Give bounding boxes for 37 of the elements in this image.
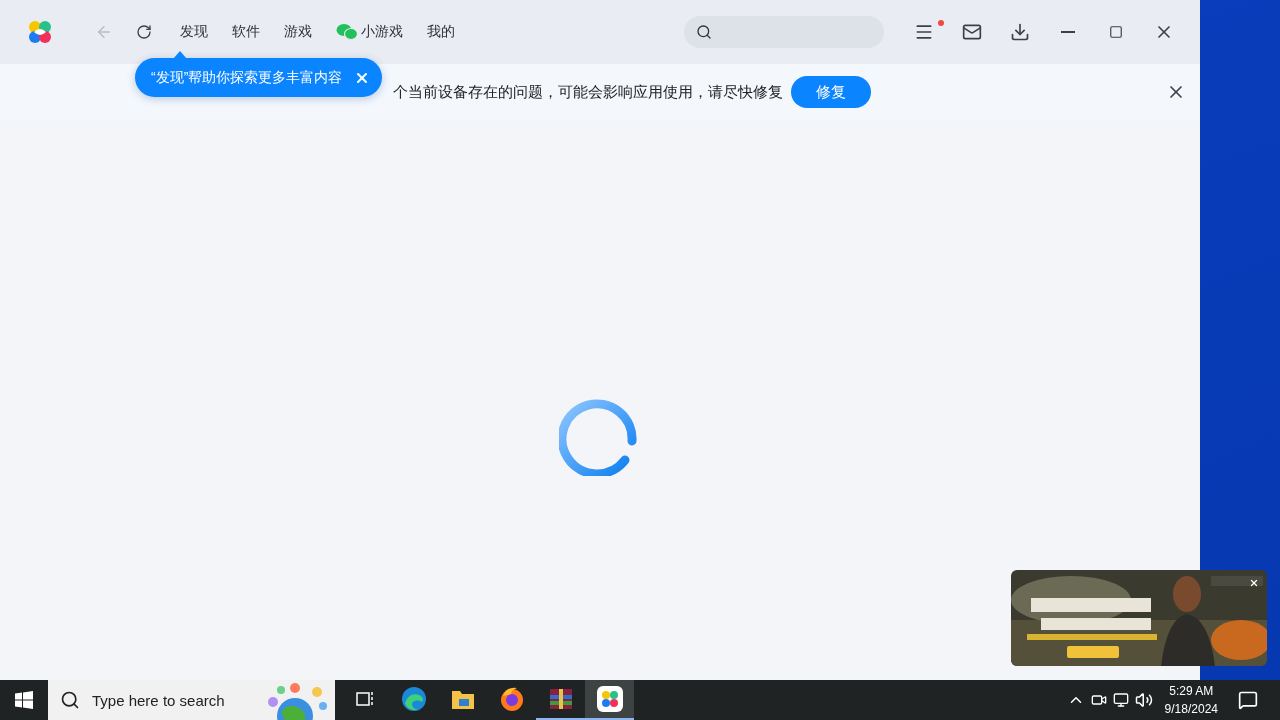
maximize-icon — [1109, 25, 1123, 39]
archive-icon — [548, 687, 573, 711]
minimize-icon — [1061, 31, 1075, 33]
app-logo-icon — [26, 18, 54, 46]
taskbar-app-button[interactable] — [585, 680, 634, 720]
search-icon — [696, 24, 712, 40]
volume-icon[interactable] — [1134, 691, 1153, 709]
camera-icon[interactable] — [1090, 692, 1107, 708]
notice-text: 个当前设备存在的问题，可能会影响应用使用，请尽快修复 — [393, 82, 783, 102]
browser-icon — [400, 686, 427, 712]
nav-tab[interactable]: 软件 — [224, 18, 268, 46]
search-field[interactable] — [684, 16, 884, 48]
nav-tab[interactable]: 发现 — [172, 18, 216, 46]
refresh-icon — [136, 24, 152, 40]
close-ad-button[interactable] — [1249, 578, 1259, 588]
network-icon[interactable] — [1112, 692, 1129, 708]
date-text: 9/18/2024 — [1164, 701, 1218, 718]
clock[interactable]: 5:29 AM 9/18/2024 — [1164, 682, 1218, 718]
chat-bubbles-icon — [336, 23, 358, 41]
fix-button[interactable]: 修复 — [791, 76, 871, 108]
menu-icon — [914, 22, 934, 42]
tooltip-text: “发现”帮助你探索更多丰富内容 — [151, 68, 343, 87]
nav-tab[interactable]: 我的 — [419, 18, 463, 46]
nav-tab[interactable]: 游戏 — [276, 18, 320, 46]
search-placeholder: Type here to search — [92, 691, 225, 709]
notifications-icon[interactable] — [1238, 690, 1258, 710]
nav-tab[interactable]: 小游戏 — [328, 18, 411, 46]
app-store-icon — [596, 686, 623, 712]
download-icon — [1010, 22, 1030, 42]
windows-icon — [15, 691, 33, 709]
envelope-icon — [962, 22, 982, 42]
taskbar-search-field[interactable]: Type here to search — [48, 680, 335, 720]
task-view-icon — [354, 689, 375, 709]
fox-browser-icon — [498, 686, 525, 712]
time-text: 5:29 AM — [1169, 683, 1214, 700]
search-icon — [60, 690, 80, 710]
folder-icon — [450, 688, 475, 710]
